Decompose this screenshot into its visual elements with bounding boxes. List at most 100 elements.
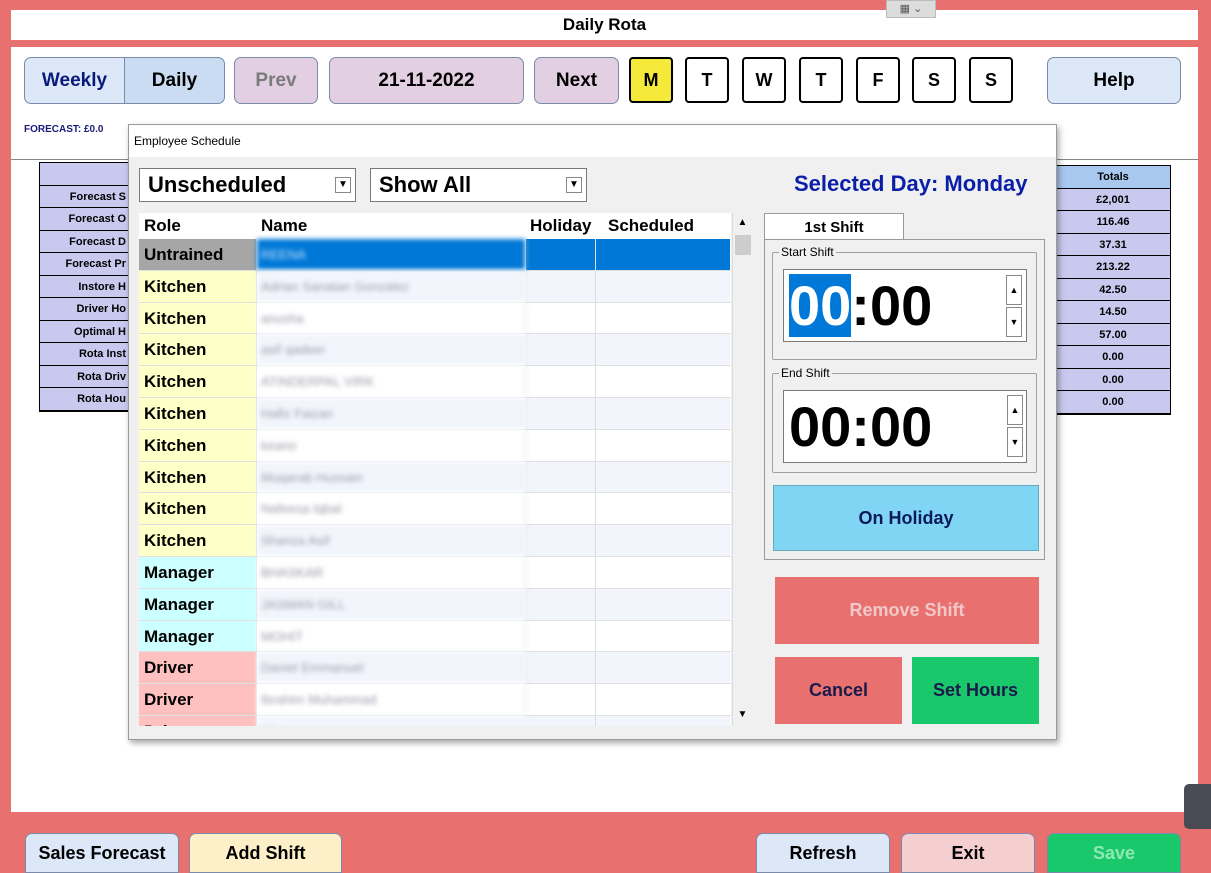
save-button[interactable]: Save [1047, 833, 1181, 873]
remove-shift-button[interactable]: Remove Shift [775, 577, 1039, 644]
end-time-input[interactable]: 00:00 [783, 390, 1027, 463]
holiday-cell [526, 397, 596, 429]
table-row[interactable]: Manager MOHIT [139, 620, 731, 653]
tab-1st-shift[interactable]: 1st Shift [764, 213, 904, 241]
grid-menu-icon[interactable]: ▦ ⌄ [886, 0, 936, 18]
spin-up-icon[interactable]: ▲ [1006, 275, 1022, 305]
day-button-thu[interactable]: T [799, 57, 843, 103]
table-row[interactable]: Kitchen Hafiz Faizan [139, 397, 731, 430]
remote-support-icon[interactable] [1184, 784, 1211, 829]
window-title: Daily Rota [11, 10, 1198, 40]
day-button-sun[interactable]: S [969, 57, 1013, 103]
holiday-cell [526, 715, 596, 726]
day-button-wed[interactable]: W [742, 57, 786, 103]
set-hours-button[interactable]: Set Hours [912, 657, 1039, 724]
scroll-thumb[interactable] [735, 235, 751, 255]
column-header-role[interactable]: Role [139, 213, 257, 239]
scheduled-cell [596, 652, 730, 684]
day-button-mon[interactable]: M [629, 57, 673, 103]
role-cell: Kitchen [139, 397, 257, 429]
column-header-holiday[interactable]: Holiday [526, 213, 596, 239]
name-cell: BHASKAR [257, 556, 526, 588]
table-row[interactable]: Kitchen Nafeesa Iqbal [139, 493, 731, 526]
status-filter-select[interactable]: Unscheduled ▼ [139, 168, 356, 202]
start-minute[interactable]: :00 [851, 274, 932, 337]
add-shift-button[interactable]: Add Shift [189, 833, 342, 873]
totals-value: £2,001 [1056, 188, 1170, 211]
column-header-name[interactable]: Name [257, 213, 526, 239]
prev-button[interactable]: Prev [234, 57, 318, 104]
scheduled-cell [596, 684, 730, 715]
summary-row-label: Driver Ho [40, 298, 130, 321]
holiday-cell [526, 334, 596, 366]
cancel-button[interactable]: Cancel [775, 657, 902, 724]
table-row[interactable]: Manager JASMAN GILL [139, 588, 731, 621]
table-row[interactable]: Kitchen Shanza Asif [139, 525, 731, 557]
end-shift-label: End Shift [779, 366, 832, 380]
table-row[interactable]: DriverIrfan [139, 715, 731, 726]
role-cell: Kitchen [139, 493, 257, 525]
table-row[interactable]: Driver Daniel Emmanuel [139, 652, 731, 685]
role-cell: Kitchen [139, 429, 257, 461]
table-row[interactable]: Kitchen anusha [139, 302, 731, 335]
table-row[interactable]: Driver Ibrahim Muhammad [139, 684, 731, 716]
holiday-cell [526, 588, 596, 620]
dropdown-arrow-icon[interactable]: ▼ [335, 177, 351, 193]
table-row[interactable]: Kitchen asif qadeer [139, 334, 731, 367]
totals-header: Totals [1056, 166, 1170, 189]
help-button[interactable]: Help [1047, 57, 1181, 104]
start-hour[interactable]: 00 [789, 274, 852, 337]
column-header-scheduled[interactable]: Scheduled [596, 213, 730, 239]
role-cell: Kitchen [139, 461, 257, 493]
next-button[interactable]: Next [534, 57, 619, 104]
shift-panel: Start Shift 00:00 ▲ ▼ End Shift 00:00 ▲ … [764, 239, 1045, 560]
exit-button[interactable]: Exit [901, 833, 1035, 873]
start-shift-group: Start Shift 00:00 ▲ ▼ [772, 245, 1037, 360]
role-cell: Driver [139, 715, 257, 726]
table-row[interactable]: Kitchen Muqarab Hussain [139, 461, 731, 494]
role-cell: Kitchen [139, 366, 257, 397]
name-cell: MOHIT [257, 620, 526, 652]
table-row[interactable]: Manager BHASKAR [139, 556, 731, 589]
spin-down-icon[interactable]: ▼ [1006, 307, 1022, 337]
role-filter-select[interactable]: Show All ▼ [370, 168, 587, 202]
grid-scrollbar[interactable]: ▲ ▼ [732, 213, 752, 726]
table-row[interactable]: Kitchen Adrian Sanatan Gonzalez [139, 270, 731, 303]
scheduled-cell [596, 397, 730, 429]
holiday-cell [526, 493, 596, 525]
scheduled-cell [596, 493, 730, 525]
dropdown-arrow-icon[interactable]: ▼ [566, 177, 582, 193]
summary-row-label: Optimal H [40, 320, 130, 343]
date-display[interactable]: 21-11-2022 [329, 57, 524, 104]
name-cell: REENA [257, 239, 526, 270]
name-cell: Ibrahim Muhammad [257, 684, 526, 715]
name-cell: Adrian Sanatan Gonzalez [257, 270, 526, 302]
role-cell: Kitchen [139, 302, 257, 334]
scheduled-cell [596, 525, 730, 556]
refresh-button[interactable]: Refresh [756, 833, 890, 873]
table-row[interactable]: Untrained REENA [139, 239, 731, 271]
table-row[interactable]: Kitchen ATINDERPAL VIRK [139, 366, 731, 398]
start-time-input[interactable]: 00:00 ▲ ▼ [783, 269, 1027, 342]
day-button-sat[interactable]: S [912, 57, 956, 103]
totals-value: 42.50 [1056, 278, 1170, 301]
on-holiday-button[interactable]: On Holiday [773, 485, 1039, 551]
sales-forecast-button[interactable]: Sales Forecast [25, 833, 179, 873]
day-button-tue[interactable]: T [685, 57, 729, 103]
summary-row-label: Forecast S [40, 185, 130, 208]
totals-value: 0.00 [1056, 346, 1170, 369]
scheduled-cell [596, 715, 730, 726]
scroll-up-icon[interactable]: ▲ [733, 217, 752, 228]
spin-up-icon[interactable]: ▲ [1007, 395, 1023, 425]
daily-button[interactable]: Daily [124, 57, 225, 104]
name-cell: anusha [257, 302, 526, 334]
scheduled-cell [596, 302, 730, 334]
scroll-down-icon[interactable]: ▼ [733, 709, 752, 720]
spin-down-icon[interactable]: ▼ [1007, 427, 1023, 457]
totals-value: 57.00 [1056, 323, 1170, 346]
holiday-cell [526, 652, 596, 684]
weekly-button[interactable]: Weekly [24, 57, 125, 104]
employee-grid[interactable]: Role Name Holiday Scheduled Untrained REE… [139, 213, 731, 726]
table-row[interactable]: Kitchen keano [139, 429, 731, 462]
day-button-fri[interactable]: F [856, 57, 900, 103]
